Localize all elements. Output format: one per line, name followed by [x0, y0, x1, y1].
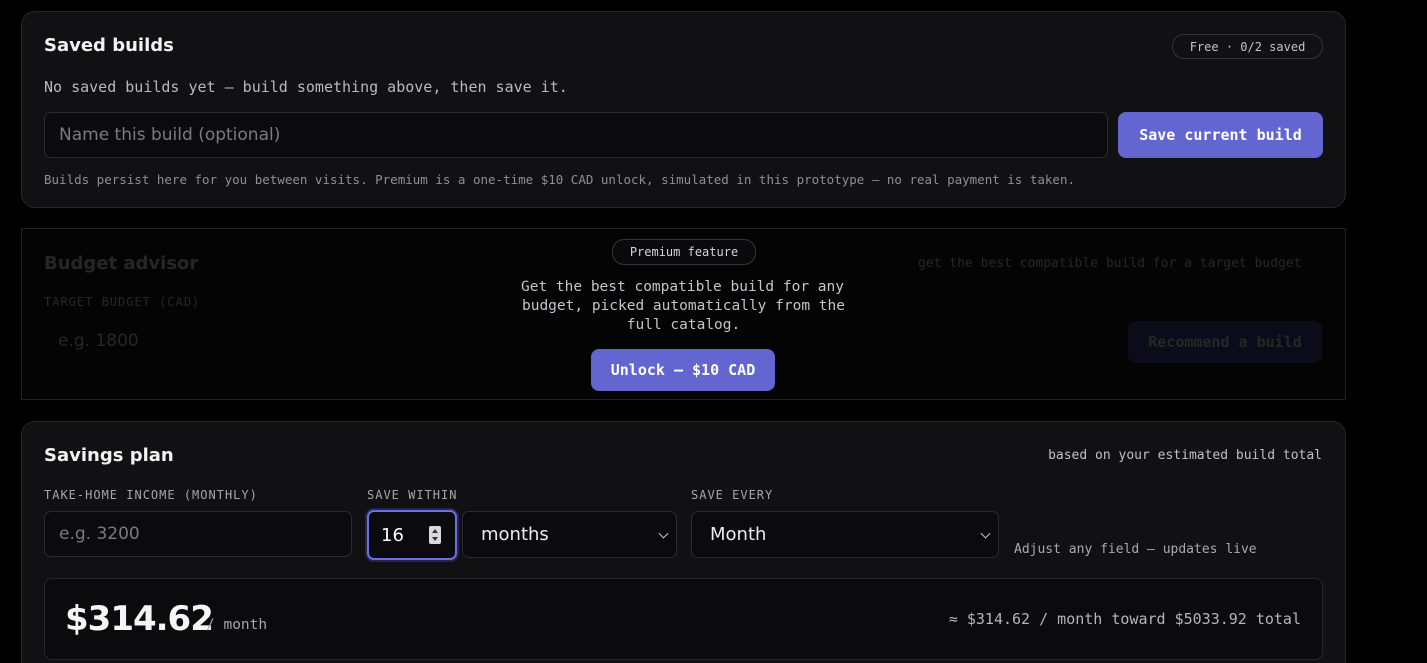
persistence-note: Builds persist here for you between visi…	[44, 172, 1076, 187]
build-name-input[interactable]: Name this build (optional)	[44, 112, 1108, 158]
unlock-premium-button[interactable]: Unlock — $10 CAD	[591, 349, 775, 391]
saved-builds-title: Saved builds	[44, 35, 174, 56]
save-every-select[interactable]: Month	[691, 511, 999, 558]
live-update-hint: Adjust any field — updates live	[1014, 542, 1257, 557]
save-within-input[interactable]: 16	[367, 510, 457, 560]
premium-description-line-3: full catalog.	[626, 317, 741, 333]
save-within-label: SAVE WITHIN	[367, 488, 458, 502]
save-within-unit-value: months	[481, 524, 549, 545]
saved-builds-panel: Saved builds Free · 0/2 saved No saved b…	[21, 11, 1346, 208]
save-current-build-button[interactable]: Save current build	[1118, 112, 1323, 158]
savings-plan-subtitle: based on your estimated build total	[1048, 448, 1322, 463]
budget-advisor-subtitle: get the best compatible build for a targ…	[918, 256, 1302, 271]
savings-summary: ≈ $314.62 / month toward $5033.92 total	[948, 610, 1301, 628]
savings-plan-title: Savings plan	[44, 445, 174, 466]
save-every-value: Month	[710, 524, 767, 545]
savings-result-box: $314.62 / month ≈ $314.62 / month toward…	[44, 578, 1323, 660]
save-every-label: SAVE EVERY	[691, 488, 774, 502]
save-within-value: 16	[381, 524, 404, 546]
budget-advisor-panel: Budget advisor get the best compatible b…	[21, 228, 1346, 400]
premium-feature-badge: Premium feature	[612, 239, 756, 265]
chevron-down-icon	[658, 528, 669, 539]
save-within-unit-select[interactable]: months	[462, 511, 677, 558]
savings-amount-unit: / month	[206, 617, 268, 633]
plan-badge: Free · 0/2 saved	[1172, 34, 1323, 59]
income-input[interactable]: e.g. 3200	[44, 511, 352, 557]
premium-description-line-2: budget, picked automatically from the	[521, 298, 845, 314]
premium-description-line-1: Get the best compatible build for any	[520, 279, 844, 295]
income-label: TAKE-HOME INCOME (MONTHLY)	[44, 488, 258, 502]
chevron-down-icon	[980, 528, 991, 539]
savings-plan-panel: Savings plan based on your estimated bui…	[21, 421, 1346, 663]
budget-advisor-title: Budget advisor	[44, 253, 199, 274]
savings-amount: $314.62	[65, 599, 214, 639]
empty-state-text: No saved builds yet — build something ab…	[44, 78, 568, 96]
stepper-icon[interactable]	[429, 526, 441, 544]
